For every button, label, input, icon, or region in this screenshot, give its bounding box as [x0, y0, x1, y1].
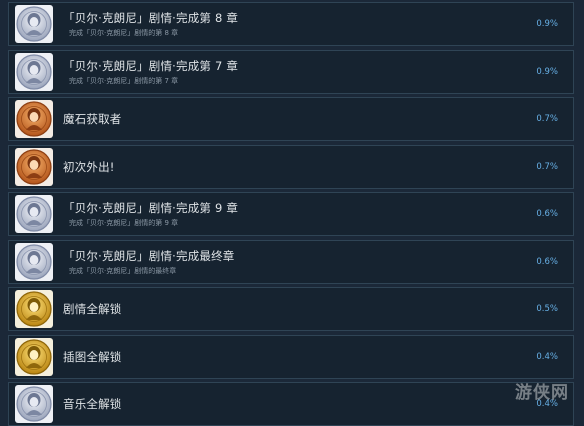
bronze-character-badge-icon: [15, 100, 53, 138]
unlock-percentage: 0.9%: [536, 67, 558, 77]
unlock-percentage: 0.6%: [536, 209, 558, 219]
achievement-title: 「贝尔·克朗尼」剧情·完成第 9 章: [63, 201, 239, 215]
silver-character-badge-icon: [15, 53, 53, 91]
unlock-percentage: 0.5%: [536, 304, 558, 314]
achievement-title: 魔石获取者: [63, 112, 122, 126]
unlock-percentage: 0.4%: [536, 399, 558, 409]
achievement-title: 插图全解锁: [63, 350, 122, 364]
achievement-row: 「贝尔·克朗尼」剧情·完成第 8 章 完成「贝尔·克朗尼」剧情的第 8 章 0.…: [8, 2, 574, 46]
achievement-title: 剧情全解锁: [63, 302, 122, 316]
achievement-row: 剧情全解锁 0.5%: [8, 287, 574, 331]
achievement-title: 「贝尔·克朗尼」剧情·完成第 8 章: [63, 11, 239, 25]
silver-character-badge-icon: [15, 243, 53, 281]
achievement-title: 「贝尔·克朗尼」剧情·完成第 7 章: [63, 59, 239, 73]
unlock-percentage: 0.4%: [536, 352, 558, 362]
achievement-row: 「贝尔·克朗尼」剧情·完成最终章 完成「贝尔·克朗尼」剧情的最终章 0.6%: [8, 240, 574, 284]
achievement-row: 魔石获取者 0.7%: [8, 97, 574, 141]
unlock-percentage: 0.6%: [536, 257, 558, 267]
bronze-character-badge-icon: [15, 148, 53, 186]
achievement-row: 音乐全解锁 0.4%: [8, 382, 574, 426]
achievement-row: 「贝尔·克朗尼」剧情·完成第 9 章 完成「贝尔·克朗尼」剧情的第 9 章 0.…: [8, 192, 574, 236]
achievement-description: 完成「贝尔·克朗尼」剧情的第 8 章: [69, 29, 179, 37]
unlock-percentage: 0.9%: [536, 19, 558, 29]
achievement-row: 初次外出! 0.7%: [8, 145, 574, 189]
gold-character-badge-icon: [15, 338, 53, 376]
achievement-row: 插图全解锁 0.4%: [8, 335, 574, 379]
achievement-title: 「贝尔·克朗尼」剧情·完成最终章: [63, 249, 235, 263]
achievement-title: 音乐全解锁: [63, 397, 122, 411]
gold-character-badge-icon: [15, 290, 53, 328]
achievement-description: 完成「贝尔·克朗尼」剧情的第 7 章: [69, 77, 179, 85]
achievement-description: 完成「贝尔·克朗尼」剧情的最终章: [69, 267, 177, 275]
unlock-percentage: 0.7%: [536, 162, 558, 172]
achievement-title: 初次外出!: [63, 160, 115, 174]
achievement-description: 完成「贝尔·克朗尼」剧情的第 9 章: [69, 219, 179, 227]
silver-character-badge-icon: [15, 195, 53, 233]
achievement-row: 「贝尔·克朗尼」剧情·完成第 7 章 完成「贝尔·克朗尼」剧情的第 7 章 0.…: [8, 50, 574, 94]
silver-character-badge-icon: [15, 5, 53, 43]
silver-character-badge-icon: [15, 385, 53, 423]
unlock-percentage: 0.7%: [536, 114, 558, 124]
